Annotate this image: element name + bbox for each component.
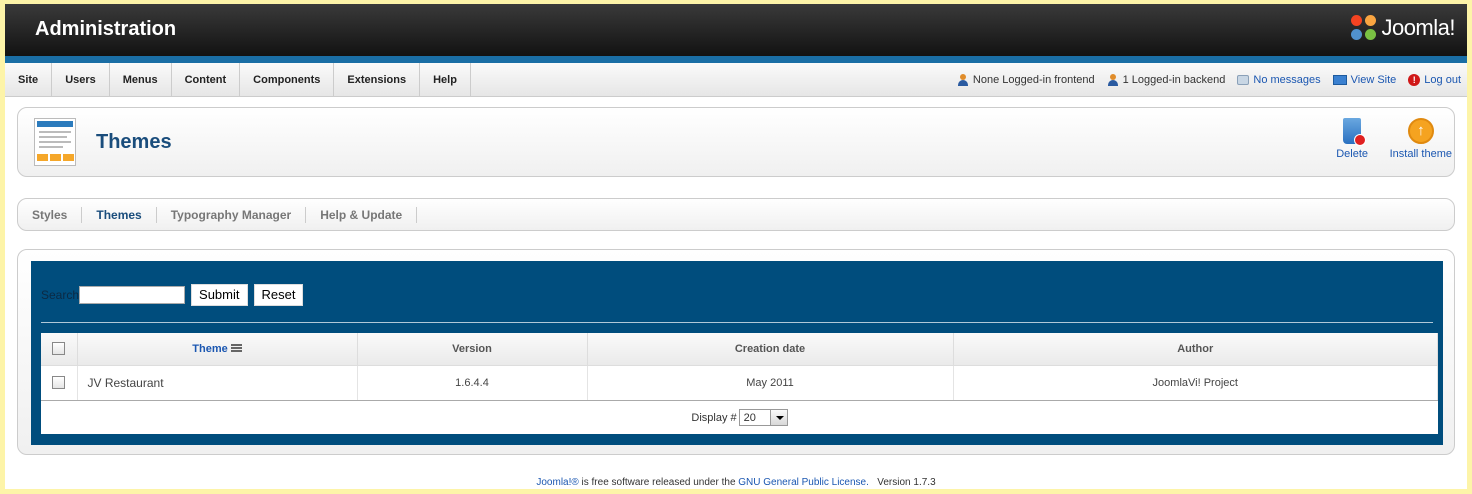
admin-frame: Administration Joomla! Site Users Menus … <box>0 0 1472 494</box>
message-icon <box>1237 75 1250 85</box>
menu-menus[interactable]: Menus <box>110 63 172 97</box>
column-creation-date: Creation date <box>587 333 954 366</box>
column-theme[interactable]: Theme <box>77 333 358 366</box>
user-icon <box>1107 74 1119 86</box>
view-site-label: View Site <box>1350 74 1397 86</box>
messages-label: No messages <box>1253 74 1321 86</box>
theme-version: 1.6.4.4 <box>357 365 588 400</box>
logout-link[interactable]: ! Log out <box>1408 74 1461 86</box>
menu-bar: Site Users Menus Content Components Exte… <box>5 63 1467 97</box>
themes-page-icon <box>34 118 76 166</box>
header-title: Administration <box>35 18 177 40</box>
version-text: Version 1.7.3 <box>877 477 936 488</box>
table-header-row: Theme Version Creation date Author <box>41 333 1438 366</box>
display-count-select[interactable]: 20 <box>738 409 788 426</box>
row-checkbox[interactable] <box>52 376 66 390</box>
row-checkbox-cell <box>41 365 78 400</box>
install-theme-button[interactable]: ↑ Install theme <box>1390 118 1452 160</box>
page-footer: Joomla!® is free software released under… <box>5 477 1467 488</box>
frontend-users: None Logged-in frontend <box>957 74 1095 86</box>
sort-icon <box>230 344 242 354</box>
themes-panel: Search Submit Reset Theme Version Creati… <box>31 261 1443 445</box>
page-title: Themes <box>96 131 172 153</box>
tab-styles[interactable]: Styles <box>18 206 83 223</box>
divider <box>41 322 1433 323</box>
select-all-cell <box>41 333 78 366</box>
view-site-link[interactable]: View Site <box>1332 74 1397 86</box>
menu-content[interactable]: Content <box>172 63 241 97</box>
menu-components[interactable]: Components <box>240 63 335 97</box>
menu-users[interactable]: Users <box>52 63 110 97</box>
joomla-logo-icon <box>1351 15 1377 41</box>
column-version: Version <box>357 333 588 366</box>
submenu-tabs: Styles Themes Typography Manager Help & … <box>17 198 1455 231</box>
menu-help[interactable]: Help <box>420 63 471 97</box>
backend-users-label: 1 Logged-in backend <box>1122 74 1226 86</box>
menu-site[interactable]: Site <box>5 63 53 97</box>
delete-button[interactable]: Delete <box>1336 118 1368 160</box>
select-all-checkbox[interactable] <box>52 342 66 356</box>
messages-link[interactable]: No messages <box>1237 74 1321 86</box>
trash-icon <box>1343 118 1367 146</box>
joomla-link[interactable]: Joomla!® <box>536 477 578 488</box>
status-bar: None Logged-in frontend 1 Logged-in back… <box>957 63 1461 97</box>
theme-creation-date: May 2011 <box>587 365 954 400</box>
search-form: Search Submit Reset <box>41 284 304 306</box>
license-link[interactable]: GNU General Public License. <box>738 477 869 488</box>
display-label: Display # <box>691 411 737 424</box>
column-author: Author <box>953 333 1438 366</box>
menu-extensions[interactable]: Extensions <box>334 63 421 97</box>
tab-typography-manager[interactable]: Typography Manager <box>157 206 307 223</box>
submit-button[interactable]: Submit <box>191 284 248 306</box>
joomla-logo-text: Joomla! <box>1381 15 1455 40</box>
upload-icon: ↑ <box>1407 118 1434 144</box>
monitor-icon <box>1332 75 1347 85</box>
themes-table: Theme Version Creation date Author JV Re… <box>41 333 1438 400</box>
chevron-down-icon <box>769 410 787 425</box>
toolbar-box: Themes Delete ↑ Install theme <box>17 107 1455 177</box>
tab-themes[interactable]: Themes <box>82 206 157 223</box>
logout-label: Log out <box>1424 74 1461 86</box>
logout-icon: ! <box>1408 74 1421 86</box>
admin-header: Administration Joomla! <box>5 4 1467 56</box>
theme-author: JoomlaVi! Project <box>953 365 1438 400</box>
install-theme-label: Install theme <box>1389 148 1452 160</box>
footer-text: is free software released under the <box>578 477 739 488</box>
user-icon <box>957 74 969 86</box>
main-content: Search Submit Reset Theme Version Creati… <box>17 249 1455 455</box>
search-label: Search <box>41 288 80 302</box>
search-input[interactable] <box>79 286 186 304</box>
frontend-users-label: None Logged-in frontend <box>972 74 1095 86</box>
delete-label: Delete <box>1336 148 1368 160</box>
theme-name-link[interactable]: JV Restaurant <box>77 365 358 400</box>
backend-users: 1 Logged-in backend <box>1107 74 1226 86</box>
header-accent-bar <box>5 56 1467 63</box>
reset-button[interactable]: Reset <box>253 284 304 306</box>
pagination-row: Display # 20 <box>41 400 1438 434</box>
joomla-logo: Joomla! <box>1351 15 1455 41</box>
table-row: JV Restaurant 1.6.4.4 May 2011 JoomlaVi!… <box>41 365 1438 400</box>
tab-help-update[interactable]: Help & Update <box>306 206 418 223</box>
main-menu: Site Users Menus Content Components Exte… <box>5 63 471 97</box>
